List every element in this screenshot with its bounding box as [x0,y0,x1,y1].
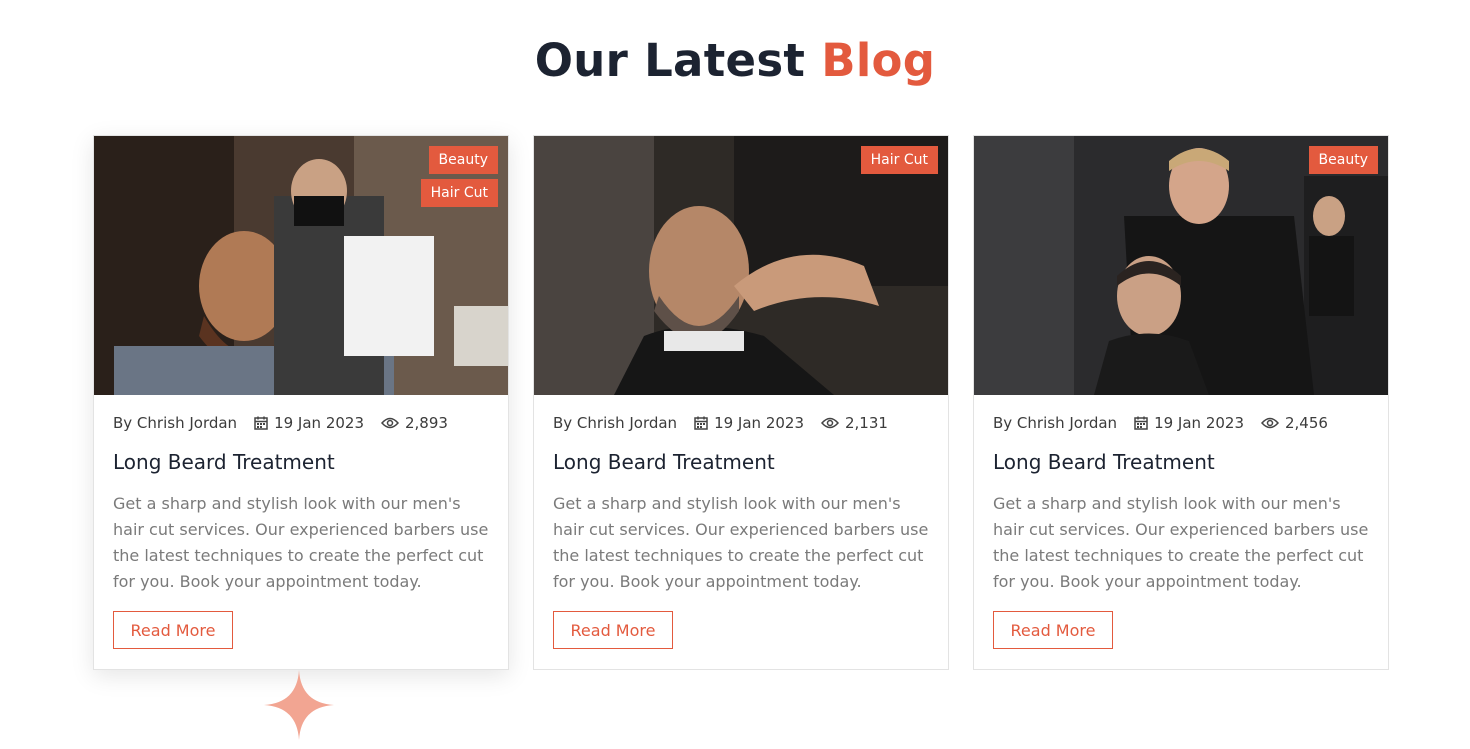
section-heading: Our Latest Blog [0,34,1470,87]
eye-icon [821,417,839,429]
post-views: 2,131 [821,414,888,432]
calendar-icon [254,416,268,430]
post-description: Get a sharp and stylish look with our me… [553,494,929,591]
post-title[interactable]: Long Beard Treatment [113,450,335,474]
post-description: Get a sharp and stylish look with our me… [113,494,489,591]
post-title[interactable]: Long Beard Treatment [553,450,775,474]
post-date: 19 Jan 2023 [254,414,364,432]
views-text: 2,456 [1285,414,1328,432]
author: By Chrish Jordan [553,414,678,432]
blog-card[interactable]: Hair Cut By Chrish Jordan 19 Jan 2023 2,… [533,135,949,670]
post-title[interactable]: Long Beard Treatment [993,450,1215,474]
tag-list: Beauty Hair Cut [420,146,498,207]
date-text: 19 Jan 2023 [1154,414,1244,432]
eye-icon [1261,417,1279,429]
post-views: 2,456 [1261,414,1328,432]
post-meta: By Chrish Jordan 19 Jan 2023 2,893 [113,414,465,432]
read-more-button[interactable]: Read More [993,611,1113,649]
blog-card[interactable]: Beauty By Chrish Jordan 19 Jan 2023 2,45… [973,135,1389,670]
blog-image[interactable]: Beauty [974,136,1388,395]
heading-accent-text: Blog [821,34,936,87]
tag-badge[interactable]: Hair Cut [860,146,938,174]
calendar-icon [694,416,708,430]
read-more-button[interactable]: Read More [113,611,233,649]
barber-photo-3 [974,136,1388,395]
views-text: 2,131 [845,414,888,432]
date-text: 19 Jan 2023 [274,414,364,432]
tag-badge[interactable]: Beauty [1308,146,1378,174]
barber-photo-2 [534,136,948,395]
post-description: Get a sharp and stylish look with our me… [993,494,1369,591]
heading-text: Our Latest [534,34,806,87]
date-text: 19 Jan 2023 [714,414,804,432]
blog-image[interactable]: Hair Cut [534,136,948,395]
post-views: 2,893 [381,414,448,432]
views-text: 2,893 [405,414,448,432]
tag-badge[interactable]: Hair Cut [420,179,498,207]
tag-list: Hair Cut [860,146,938,174]
post-date: 19 Jan 2023 [1134,414,1244,432]
author: By Chrish Jordan [113,414,238,432]
tag-list: Beauty [1308,146,1378,174]
eye-icon [381,417,399,429]
tag-badge[interactable]: Beauty [428,146,498,174]
post-meta: By Chrish Jordan 19 Jan 2023 2,131 [553,414,905,432]
author: By Chrish Jordan [993,414,1118,432]
blog-image[interactable]: Beauty Hair Cut [94,136,508,395]
read-more-button[interactable]: Read More [553,611,673,649]
blog-card[interactable]: Beauty Hair Cut By Chrish Jordan 19 Jan … [93,135,509,670]
post-meta: By Chrish Jordan 19 Jan 2023 2,456 [993,414,1345,432]
calendar-icon [1134,416,1148,430]
sparkle-icon [264,670,334,740]
post-date: 19 Jan 2023 [694,414,804,432]
